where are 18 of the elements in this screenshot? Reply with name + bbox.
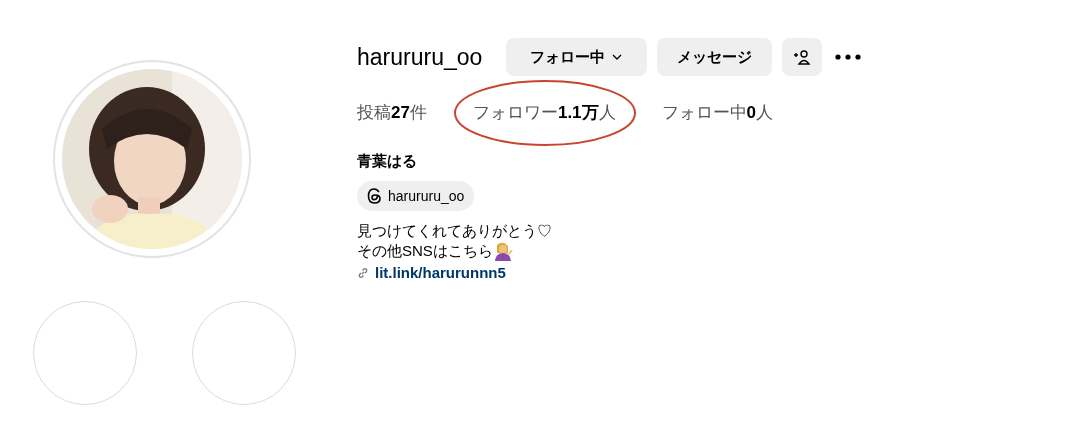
link-icon	[357, 267, 369, 279]
person-icon	[492, 241, 513, 261]
bio-line: 見つけてくれてありがとう♡	[357, 221, 553, 241]
following-button[interactable]: フォロー中	[506, 38, 648, 76]
stat-link[interactable]: 投稿27件	[357, 103, 427, 122]
username: harururu_oo	[357, 42, 483, 72]
message-button[interactable]: メッセージ	[657, 38, 773, 76]
display-name: 青葉はる	[357, 150, 418, 171]
add-person-button[interactable]	[782, 38, 823, 76]
avatar[interactable]	[53, 60, 251, 258]
threads-icon	[367, 188, 382, 204]
add-person-icon	[793, 49, 812, 65]
bio-line: その他SNSはこちら	[357, 241, 493, 261]
stat-link[interactable]: フォロー中0人	[661, 103, 774, 122]
threads-chip[interactable]: harururu_oo	[357, 181, 475, 211]
profile-link[interactable]: lit.link/harurunnn5	[375, 263, 506, 283]
more-icon	[835, 54, 862, 60]
threads-handle: harururu_oo	[388, 186, 465, 206]
